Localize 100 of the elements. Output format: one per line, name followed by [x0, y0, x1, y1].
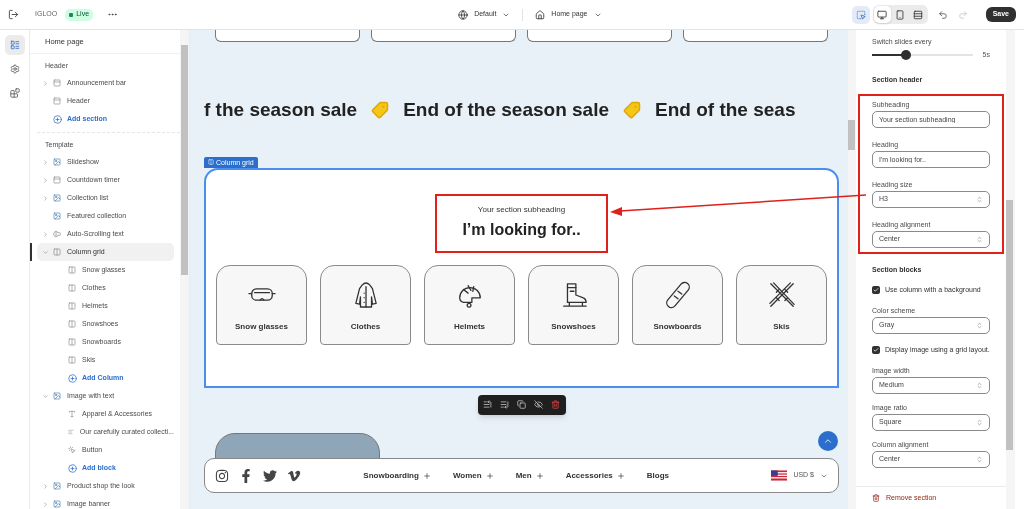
exit-icon[interactable] — [8, 9, 19, 20]
nav-link[interactable]: Blogs — [646, 469, 670, 482]
section-heading: I’m looking for.. — [462, 220, 581, 240]
apps-icon — [9, 88, 20, 98]
scroll-up-button[interactable] — [818, 431, 838, 451]
chevrons-icon — [976, 456, 983, 463]
check-icon — [873, 347, 879, 353]
hide-icon[interactable] — [534, 400, 543, 409]
chevrons-icon — [976, 322, 983, 329]
caret-icon[interactable] — [42, 482, 49, 490]
columns-icon — [53, 248, 61, 256]
nav-link[interactable]: Accessories — [565, 469, 625, 482]
skis-icon — [767, 280, 796, 309]
section-icon — [53, 97, 61, 105]
cursor-click-icon — [68, 446, 76, 454]
tag-icon — [371, 101, 390, 120]
undo-icon[interactable] — [937, 9, 948, 20]
coat-icon — [353, 280, 378, 309]
text-box-icon — [53, 230, 61, 238]
selection-indicator — [30, 243, 32, 261]
checkbox[interactable] — [872, 346, 880, 354]
marquee-text: End of the season sale — [403, 98, 610, 122]
category-card[interactable]: Helmets — [424, 264, 515, 345]
category-card[interactable]: Snowboards — [632, 264, 723, 345]
smartphone-icon — [895, 9, 906, 20]
check-icon — [873, 287, 879, 293]
plus-circle-icon — [68, 373, 77, 383]
section-icon — [53, 79, 61, 87]
image-icon — [53, 212, 61, 220]
columns-icon — [208, 159, 214, 165]
delete-icon[interactable] — [551, 400, 560, 409]
trash-icon — [872, 494, 880, 502]
chevrons-icon — [976, 195, 983, 203]
settings-icon — [9, 64, 20, 74]
category-card[interactable]: Skis — [736, 264, 827, 345]
move-up-icon[interactable] — [483, 400, 492, 409]
sections-icon — [9, 40, 20, 50]
caret-icon[interactable] — [42, 158, 49, 166]
category-card[interactable]: Snowshoes — [528, 264, 619, 345]
columns-icon — [68, 338, 76, 346]
plus-icon — [535, 471, 544, 480]
rows-icon — [913, 9, 924, 20]
instagram-icon[interactable] — [215, 468, 229, 483]
category-card[interactable]: Snow glasses — [216, 264, 307, 345]
checkbox[interactable] — [872, 286, 880, 294]
goggles-icon — [247, 287, 276, 302]
globe-icon — [458, 9, 469, 20]
columns-icon — [68, 320, 76, 328]
scrollbar[interactable] — [1006, 30, 1015, 509]
slider-thumb[interactable] — [901, 50, 912, 60]
pointer-select-icon — [855, 9, 866, 20]
category-label: Snowshoes — [551, 320, 596, 333]
tag-icon — [623, 101, 642, 120]
plus-icon — [422, 471, 431, 480]
category-card[interactable]: Clothes — [320, 264, 411, 345]
nav-link[interactable]: Snowboarding — [363, 469, 431, 482]
category-label: Snow glasses — [235, 320, 288, 333]
twitter-icon[interactable] — [263, 468, 277, 483]
image-icon — [53, 158, 61, 166]
snowboard-icon — [663, 280, 692, 309]
inspector-button[interactable] — [851, 5, 870, 24]
plus-circle-icon — [68, 463, 77, 473]
caret-icon[interactable] — [42, 79, 49, 87]
plus-circle-icon — [53, 114, 62, 124]
monitor-view-button[interactable] — [873, 6, 891, 23]
nav-link[interactable]: Men — [515, 469, 544, 482]
marquee-text: f the season sale — [204, 98, 358, 122]
marquee-text: End of the seas — [655, 98, 796, 122]
category-label: Clothes — [350, 320, 381, 333]
section-icon — [53, 176, 61, 184]
chevrons-icon — [976, 382, 983, 389]
columns-icon — [68, 302, 76, 310]
chevrons-icon — [976, 419, 983, 426]
category-label: Skis — [773, 320, 790, 333]
home-icon — [535, 9, 546, 20]
section-subheading: Your section subheading — [477, 204, 566, 216]
category-label: Snowboards — [653, 320, 702, 333]
copy-icon[interactable] — [517, 400, 526, 409]
chevrons-icon — [976, 235, 983, 243]
facebook-icon[interactable] — [239, 468, 253, 483]
vimeo-icon[interactable] — [287, 468, 301, 483]
sections-tab[interactable] — [4, 35, 25, 55]
paragraph-icon — [68, 428, 74, 436]
caret-icon[interactable] — [42, 194, 49, 202]
image-icon — [53, 482, 61, 490]
columns-icon — [68, 284, 76, 292]
image-icon — [53, 500, 61, 508]
caret-icon[interactable] — [42, 176, 49, 184]
move-down-icon[interactable] — [500, 400, 509, 409]
columns-icon — [68, 356, 76, 364]
caret-icon[interactable] — [42, 230, 49, 238]
chevron-up-icon — [823, 436, 833, 446]
caret-icon[interactable] — [42, 500, 49, 508]
scrollbar[interactable] — [180, 30, 189, 509]
scrollbar[interactable] — [848, 30, 856, 509]
monitor-icon — [877, 9, 888, 20]
caret-icon[interactable] — [42, 392, 49, 400]
category-label: Helmets — [453, 320, 486, 333]
nav-link[interactable]: Women — [452, 469, 494, 482]
plus-icon — [485, 471, 494, 480]
